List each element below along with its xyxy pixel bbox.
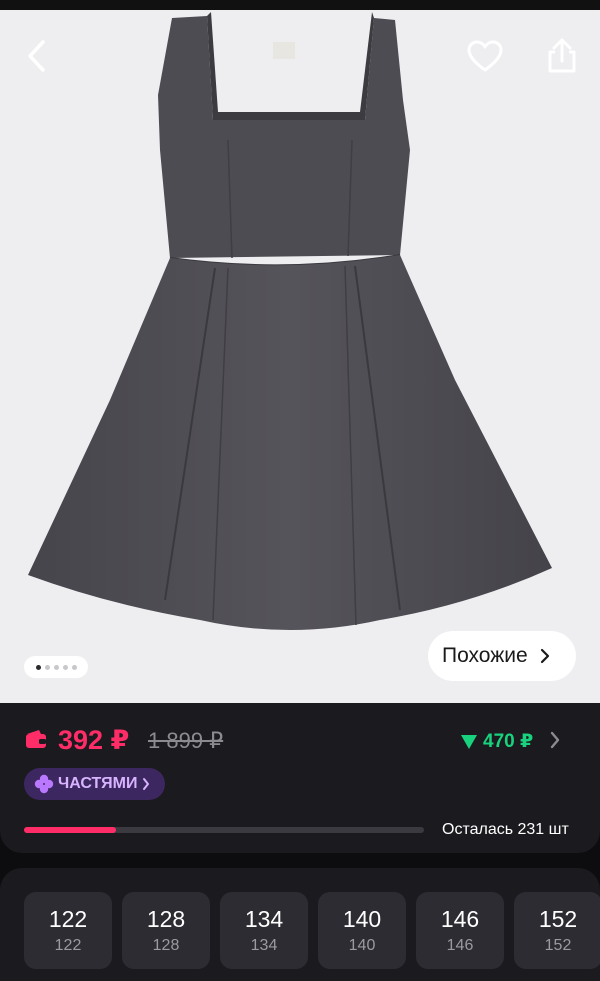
installments-chip[interactable]: ЧАСТЯМИ xyxy=(24,768,166,800)
sizes-card: 122 122 128 128 134 134 140 140 146 146 152 152 xyxy=(0,868,600,981)
size-sublabel: 134 xyxy=(250,937,278,954)
size-sublabel: 128 xyxy=(152,937,180,954)
size-sublabel: 122 xyxy=(54,937,82,954)
size-sublabel: 140 xyxy=(348,937,376,954)
size-label: 146 xyxy=(440,906,480,932)
size-option[interactable]: 146 146 xyxy=(416,892,504,969)
size-option[interactable]: 134 134 xyxy=(220,892,308,969)
old-price: 1 899 ₽ xyxy=(148,728,224,753)
gallery-dot[interactable] xyxy=(44,664,50,670)
size-label: 140 xyxy=(342,906,382,932)
size-label: 152 xyxy=(538,906,578,932)
current-price: 392 ₽ xyxy=(58,725,130,755)
chevron-right-icon[interactable] xyxy=(549,730,561,755)
size-option[interactable]: 152 152 xyxy=(514,892,600,969)
remaining-stock: Осталась 231 шт xyxy=(442,821,569,838)
price-card: 392 ₽ 1 899 ₽ 470 ₽ ЧАСТЯМИ Осталась 231… xyxy=(0,703,600,853)
chevron-right-icon xyxy=(143,778,150,790)
product-photo-area[interactable]: Похожие xyxy=(0,0,600,703)
favorite-button[interactable] xyxy=(461,32,509,80)
gallery-dot[interactable] xyxy=(53,664,59,670)
size-sublabel: 152 xyxy=(544,937,572,954)
share-button[interactable] xyxy=(538,32,586,80)
stock-progress-fill xyxy=(24,827,116,833)
size-label: 134 xyxy=(244,906,284,932)
similar-label: Похожие xyxy=(442,644,528,667)
gallery-dot[interactable] xyxy=(62,664,68,670)
size-label: 122 xyxy=(48,906,88,932)
back-button[interactable] xyxy=(14,32,62,80)
chevron-left-icon xyxy=(28,40,45,72)
bonus-value: 470 ₽ xyxy=(483,731,534,752)
dress-photo xyxy=(28,12,552,630)
size-option[interactable]: 140 140 xyxy=(318,892,406,969)
wallet-icon xyxy=(24,728,48,755)
size-label: 128 xyxy=(146,906,186,932)
size-sublabel: 146 xyxy=(446,937,474,954)
share-icon xyxy=(548,38,576,73)
status-bar-strip xyxy=(0,0,600,10)
size-option[interactable]: 128 128 xyxy=(122,892,210,969)
size-selector: 122 122 128 128 134 134 140 140 146 146 152 152 xyxy=(24,892,600,969)
clover-icon xyxy=(34,774,54,794)
installments-label: ЧАСТЯМИ xyxy=(58,775,138,792)
gallery-dot[interactable] xyxy=(35,664,41,670)
gallery-pagination xyxy=(24,656,88,678)
heart-icon xyxy=(467,40,503,72)
size-option[interactable]: 122 122 xyxy=(24,892,112,969)
chevron-right-icon xyxy=(540,648,550,664)
stock-progress-bar xyxy=(24,827,424,833)
similar-button[interactable]: Похожие xyxy=(428,631,576,681)
gallery-dot[interactable] xyxy=(71,664,77,670)
triangle-down-icon xyxy=(461,734,477,749)
bonus-points[interactable]: 470 ₽ xyxy=(460,730,533,753)
